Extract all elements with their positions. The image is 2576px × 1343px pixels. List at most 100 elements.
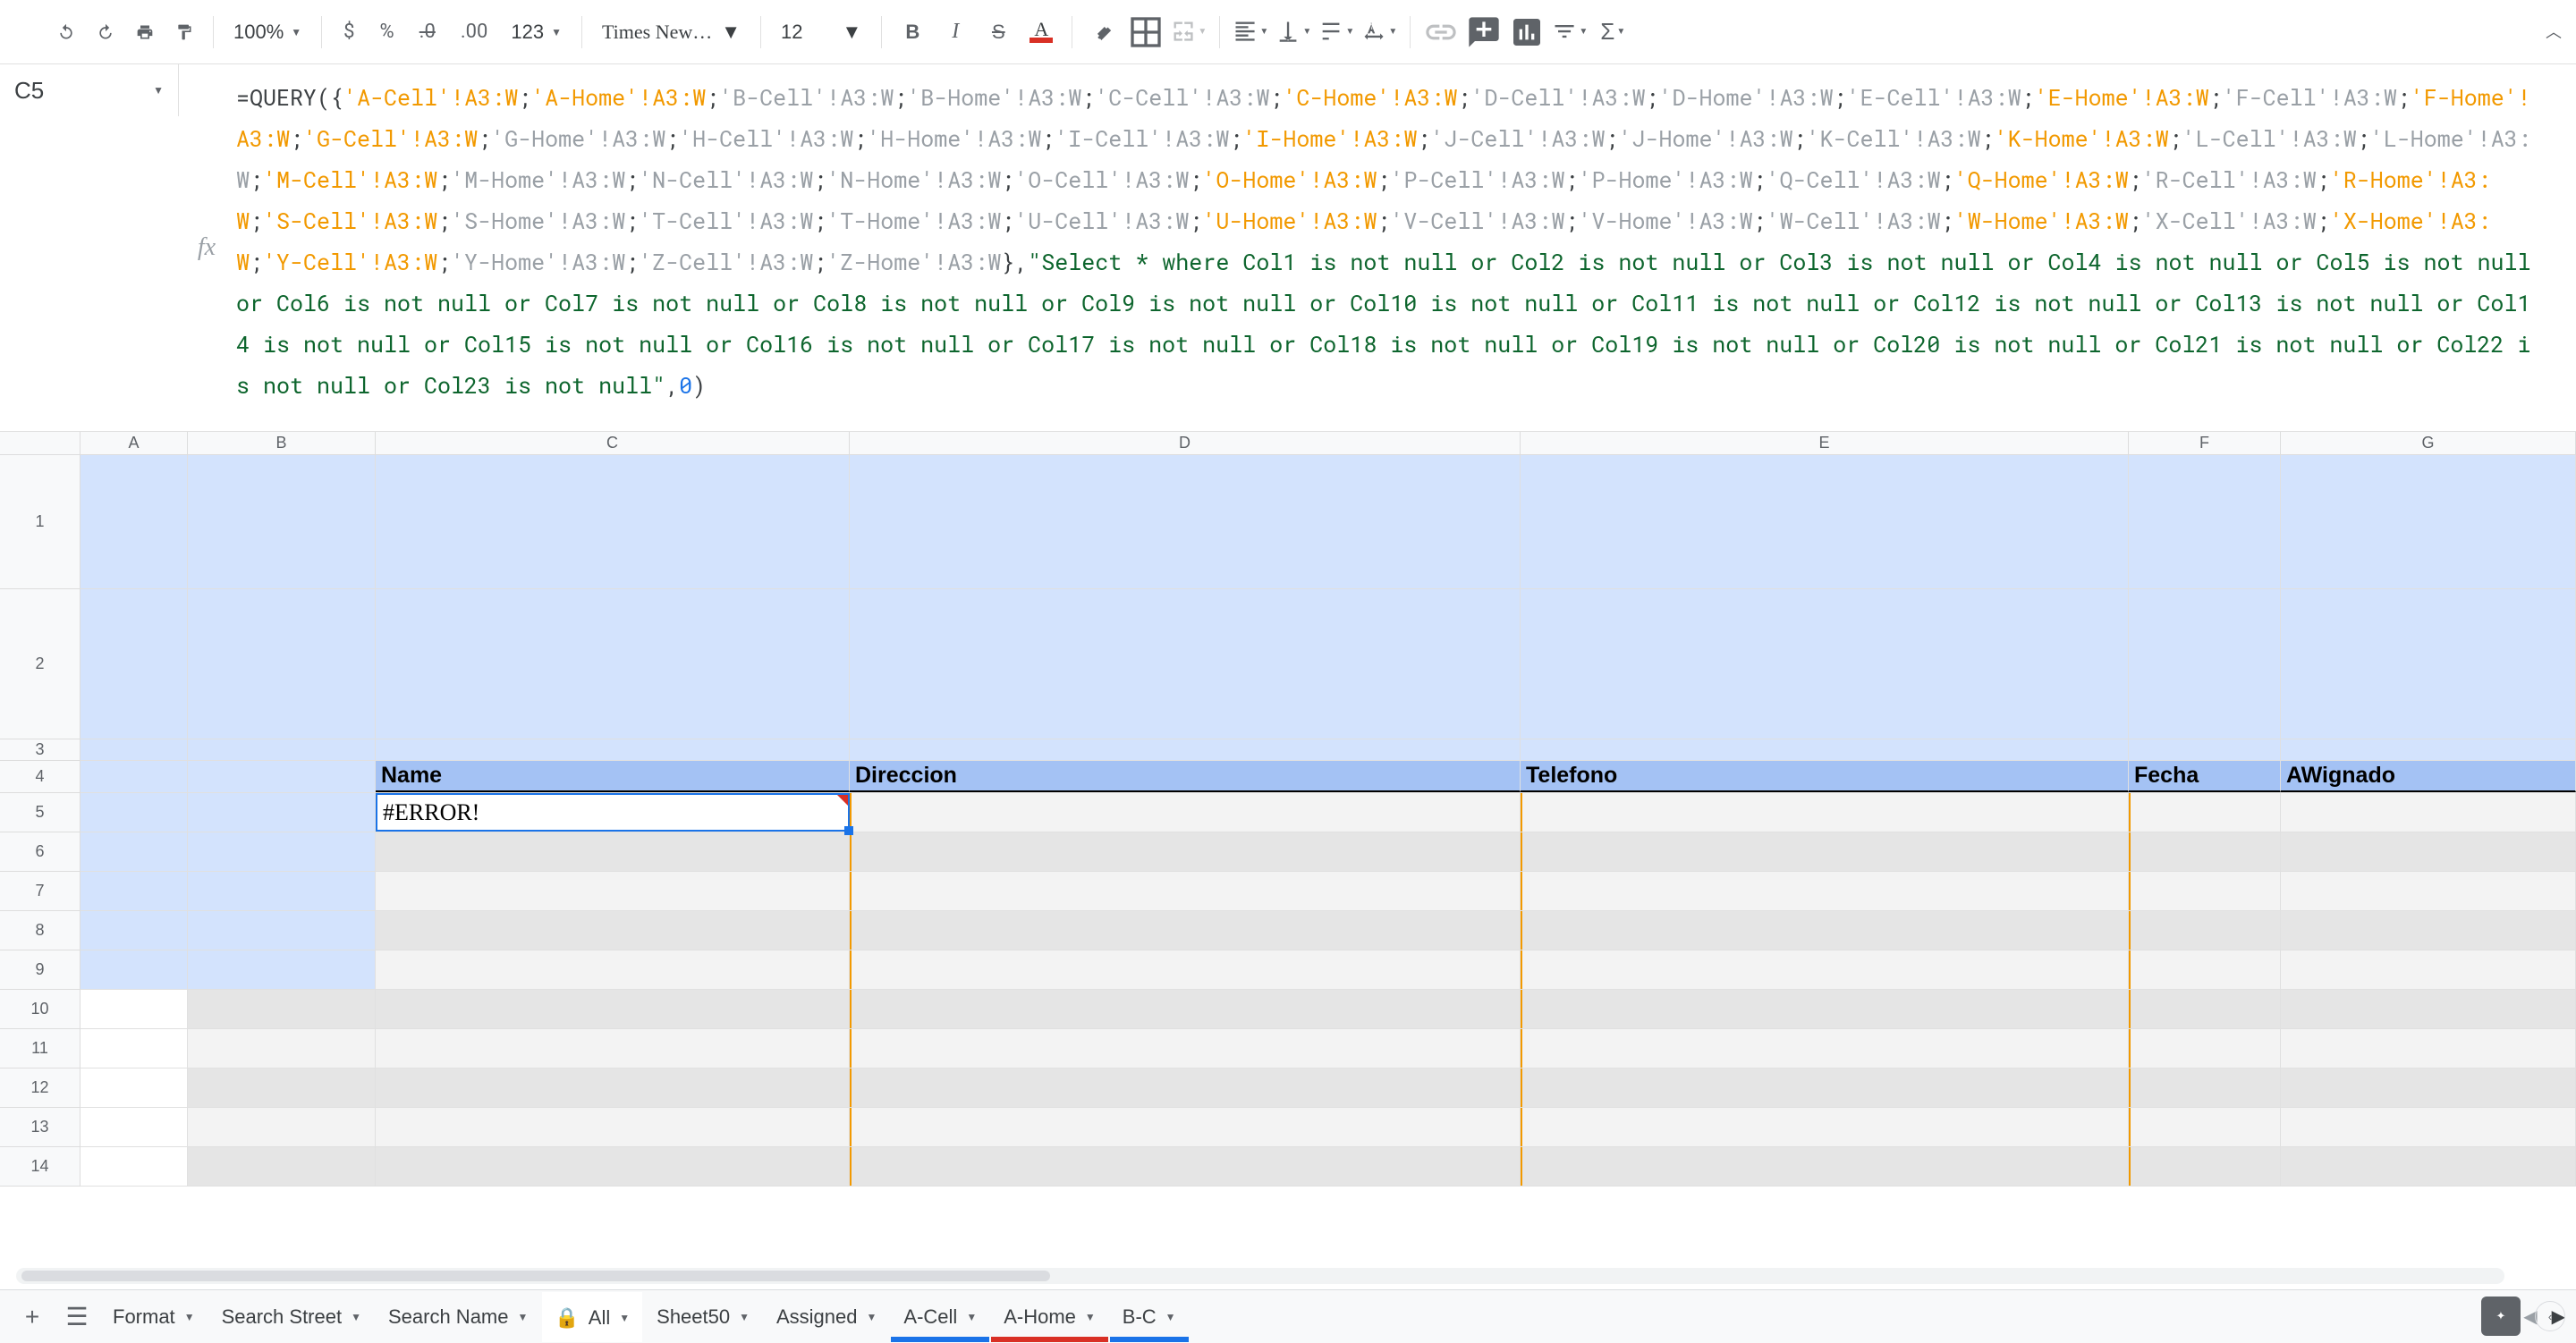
sheet-tab-search-name[interactable]: Search Name▼ [376,1292,540,1342]
redo-button[interactable] [89,16,122,48]
row-header-11[interactable]: 11 [0,1029,80,1068]
cell-G2[interactable] [2281,589,2576,739]
cell-G13[interactable] [2281,1108,2576,1146]
row-header-9[interactable]: 9 [0,950,80,990]
row-header-14[interactable]: 14 [0,1147,80,1187]
cell-E13[interactable] [1521,1108,2129,1146]
cell-D12[interactable] [850,1068,1521,1107]
formula-bar[interactable]: =QUERY({'A-Cell'!A3:W;'A-Home'!A3:W;'B-C… [218,64,2576,431]
cell-C9[interactable] [376,950,850,989]
cell-A10[interactable] [80,990,188,1028]
cell-A8[interactable] [80,911,188,950]
strikethrough-button[interactable]: S [980,14,1016,50]
sheet-tab-search-street[interactable]: Search Street▼ [209,1292,374,1342]
cell-A13[interactable] [80,1108,188,1146]
cell-F12[interactable] [2129,1068,2281,1107]
cell-D5[interactable] [850,793,1521,832]
insert-comment-button[interactable] [1466,14,1502,50]
row-header-7[interactable]: 7 [0,872,80,911]
sheet-tab-b-c[interactable]: B-C▼ [1110,1292,1189,1342]
sheet-tab-sheet50[interactable]: Sheet50▼ [644,1292,762,1342]
column-header-C[interactable]: C [376,432,850,454]
all-sheets-button[interactable]: ☰ [55,1296,98,1339]
cell-G3[interactable] [2281,739,2576,760]
explore-button[interactable]: ✦ [2481,1297,2521,1336]
cell-B9[interactable] [188,950,376,989]
cell-A2[interactable] [80,589,188,739]
cell-F2[interactable] [2129,589,2281,739]
sheet-tab-assigned[interactable]: Assigned▼ [764,1292,889,1342]
print-button[interactable] [129,16,161,48]
increase-decimal-button[interactable]: .00 [452,21,497,43]
fill-color-button[interactable] [1085,14,1121,50]
cell-G8[interactable] [2281,911,2576,950]
borders-button[interactable] [1128,14,1164,50]
cell-D4[interactable]: Direccion [850,761,1521,792]
cell-F1[interactable] [2129,455,2281,588]
cell-C7[interactable] [376,872,850,910]
cell-F6[interactable] [2129,832,2281,871]
functions-button[interactable]: Σ▼ [1595,14,1631,50]
cell-C2[interactable] [376,589,850,739]
cell-C13[interactable] [376,1108,850,1146]
bold-button[interactable]: B [894,14,930,50]
cell-A12[interactable] [80,1068,188,1107]
insert-chart-button[interactable] [1509,14,1545,50]
cell-A1[interactable] [80,455,188,588]
italic-button[interactable]: I [937,14,973,50]
text-rotation-button[interactable]: ▼ [1361,14,1397,50]
text-wrap-button[interactable]: ▼ [1318,14,1354,50]
cell-F3[interactable] [2129,739,2281,760]
vertical-align-button[interactable]: ▼ [1275,14,1311,50]
cell-A5[interactable] [80,793,188,832]
format-percent-button[interactable]: % [371,21,403,43]
cell-D10[interactable] [850,990,1521,1028]
font-size-select[interactable]: 12▼ [774,21,869,44]
column-header-F[interactable]: F [2129,432,2281,454]
cell-D1[interactable] [850,455,1521,588]
cell-D8[interactable] [850,911,1521,950]
sheet-tab-a-home[interactable]: A-Home▼ [991,1292,1108,1342]
cell-G7[interactable] [2281,872,2576,910]
cell-F11[interactable] [2129,1029,2281,1068]
cell-C4[interactable]: Name [376,761,850,792]
horizontal-align-button[interactable]: ▼ [1233,14,1268,50]
cell-B1[interactable] [188,455,376,588]
insert-link-button[interactable] [1423,14,1459,50]
cell-G1[interactable] [2281,455,2576,588]
cell-C5[interactable]: #ERROR! [376,793,850,832]
row-header-12[interactable]: 12 [0,1068,80,1108]
row-header-6[interactable]: 6 [0,832,80,872]
cell-A4[interactable] [80,761,188,792]
row-header-1[interactable]: 1 [0,455,80,589]
sheet-tab-all[interactable]: 🔒All▼ [542,1292,642,1342]
cell-E11[interactable] [1521,1029,2129,1068]
cell-D9[interactable] [850,950,1521,989]
cell-F4[interactable]: Fecha [2129,761,2281,792]
cell-D3[interactable] [850,739,1521,760]
more-formats-button[interactable]: 123▼ [504,21,569,44]
cell-B4[interactable] [188,761,376,792]
collapse-toolbar-button[interactable]: ︿ [2546,20,2562,43]
cell-F7[interactable] [2129,872,2281,910]
row-header-2[interactable]: 2 [0,589,80,739]
cell-B3[interactable] [188,739,376,760]
cell-C3[interactable] [376,739,850,760]
cell-G4[interactable]: AWignado [2281,761,2576,792]
row-header-3[interactable]: 3 [0,739,80,761]
cell-G14[interactable] [2281,1147,2576,1186]
row-header-13[interactable]: 13 [0,1108,80,1147]
cell-B13[interactable] [188,1108,376,1146]
column-header-B[interactable]: B [188,432,376,454]
horizontal-scrollbar[interactable] [16,1268,2504,1284]
cell-A11[interactable] [80,1029,188,1068]
undo-button[interactable] [50,16,82,48]
decrease-decimal-button[interactable]: .0 [411,21,445,43]
cell-B10[interactable] [188,990,376,1028]
cell-B2[interactable] [188,589,376,739]
cell-F9[interactable] [2129,950,2281,989]
cell-D6[interactable] [850,832,1521,871]
add-sheet-button[interactable]: + [11,1296,54,1339]
cell-D14[interactable] [850,1147,1521,1186]
zoom-select[interactable]: 100%▼ [226,21,309,44]
